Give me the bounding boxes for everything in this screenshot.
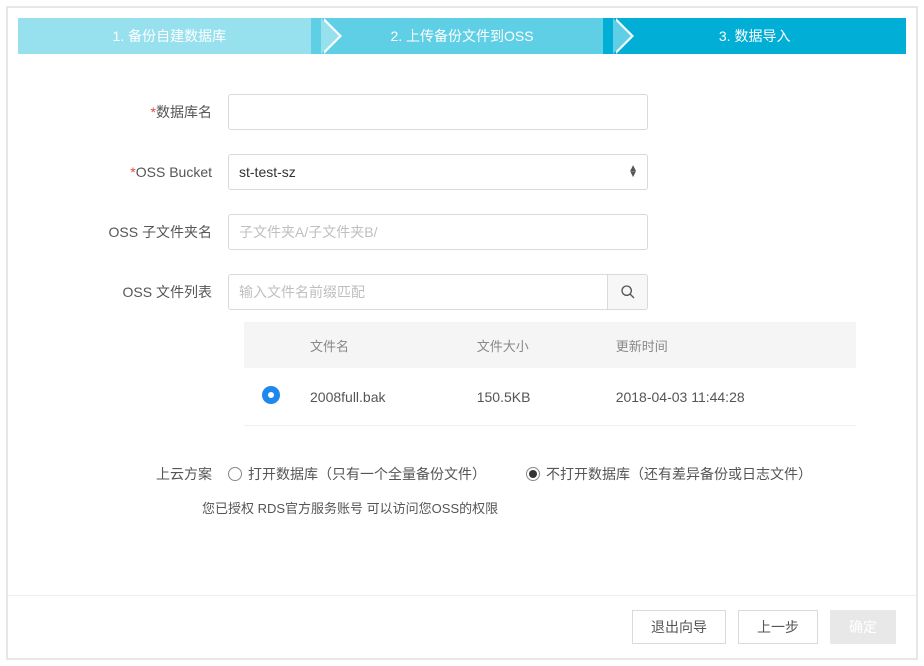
radio-unselected-icon (228, 467, 242, 481)
col-name-header: 文件名 (310, 336, 477, 355)
subfolder-label: OSS 子文件夹名 (68, 214, 228, 250)
file-search-group (228, 274, 648, 310)
file-name-cell: 2008full.bak (310, 389, 477, 405)
row-select-cell[interactable] (262, 386, 310, 407)
col-size-header: 文件大小 (477, 336, 616, 355)
oss-bucket-select[interactable]: ▲▼ (228, 154, 648, 190)
row-filelist: OSS 文件列表 (68, 274, 856, 310)
plan-option-open-label: 打开数据库（只有一个全量备份文件） (248, 464, 486, 484)
step-arrow (613, 18, 631, 54)
search-icon (620, 284, 636, 300)
file-time-cell: 2018-04-03 11:44:28 (616, 389, 838, 405)
step-arrow (321, 18, 339, 54)
db-name-label: *数据库名 (68, 94, 228, 130)
step-backup: 1. 备份自建数据库 (18, 18, 321, 54)
file-search-input[interactable] (228, 274, 608, 310)
col-time-header: 更新时间 (616, 336, 838, 355)
auth-text: 您已授权 RDS官方服务账号 可以访问您OSS的权限 (68, 498, 856, 517)
plan-option-noopen-label: 不打开数据库（还有差异备份或日志文件） (546, 464, 812, 484)
wizard-stepper: 1. 备份自建数据库 2. 上传备份文件到OSS 3. 数据导入 (18, 18, 906, 54)
confirm-button[interactable]: 确定 (830, 610, 896, 644)
exit-wizard-button[interactable]: 退出向导 (632, 610, 726, 644)
subfolder-input[interactable] (228, 214, 648, 250)
row-subfolder: OSS 子文件夹名 (68, 214, 856, 250)
filelist-label: OSS 文件列表 (68, 274, 228, 310)
plan-option-noopen[interactable]: 不打开数据库（还有差异备份或日志文件） (526, 464, 812, 484)
step-upload: 2. 上传备份文件到OSS (311, 18, 614, 54)
db-name-input[interactable] (228, 94, 648, 130)
radio-selected-icon (526, 467, 540, 481)
dialog-footer: 退出向导 上一步 确定 (8, 595, 916, 658)
dialog-container: 1. 备份自建数据库 2. 上传备份文件到OSS 3. 数据导入 *数据库名 *… (6, 6, 918, 660)
row-db-name: *数据库名 (68, 94, 856, 130)
step-2-label: 2. 上传备份文件到OSS (390, 26, 533, 46)
file-size-cell: 150.5KB (477, 389, 616, 405)
select-caret-icon: ▲▼ (628, 166, 638, 178)
file-table-header: 文件名 文件大小 更新时间 (244, 322, 856, 368)
step-1-label: 1. 备份自建数据库 (113, 26, 227, 46)
form-area: *数据库名 *OSS Bucket ▲▼ OSS 子文件夹名 (8, 54, 916, 537)
plan-option-open[interactable]: 打开数据库（只有一个全量备份文件） (228, 464, 486, 484)
prev-step-button[interactable]: 上一步 (738, 610, 818, 644)
file-table-row[interactable]: 2008full.bak 150.5KB 2018-04-03 11:44:28 (244, 368, 856, 426)
row-cloud-plan: 上云方案 打开数据库（只有一个全量备份文件） 不打开数据库（还有差异备份或日志文… (68, 464, 856, 484)
oss-bucket-label: *OSS Bucket (68, 154, 228, 190)
file-search-button[interactable] (608, 274, 648, 310)
step-import: 3. 数据导入 (603, 18, 906, 54)
plan-label: 上云方案 (128, 464, 228, 484)
oss-bucket-value[interactable] (228, 154, 648, 190)
radio-selected-icon (262, 386, 280, 404)
row-oss-bucket: *OSS Bucket ▲▼ (68, 154, 856, 190)
step-3-label: 3. 数据导入 (719, 26, 791, 46)
file-table: 文件名 文件大小 更新时间 2008full.bak 150.5KB 2018-… (244, 322, 856, 426)
